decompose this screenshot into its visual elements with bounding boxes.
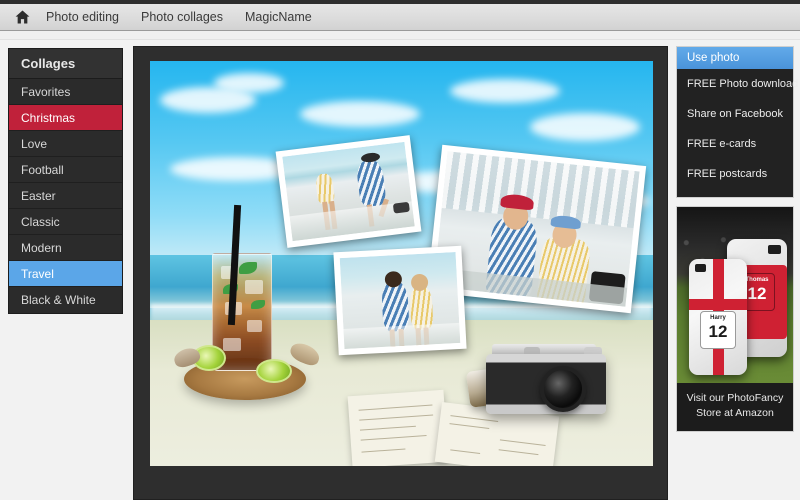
sidebar-item-travel[interactable]: Travel xyxy=(9,261,122,287)
right-panel: Use photo FREE Photo download Share on F… xyxy=(676,46,798,433)
cocktail-glass xyxy=(172,204,323,400)
cloud-shape xyxy=(300,101,420,127)
cloud-shape xyxy=(530,113,640,141)
sidebar-item-classic[interactable]: Classic xyxy=(9,209,122,235)
collage-photo-1[interactable] xyxy=(275,135,422,248)
sidebar-title: Collages xyxy=(9,49,122,79)
collage-photo-2-image xyxy=(433,151,640,307)
jersey-front-name: Harry xyxy=(710,315,726,321)
collage-preview-image[interactable] xyxy=(150,61,653,466)
sidebar-item-favorites[interactable]: Favorites xyxy=(9,79,122,105)
sidebar-item-modern[interactable]: Modern xyxy=(9,235,122,261)
home-icon[interactable] xyxy=(12,8,32,26)
photo-actions-menu: Use photo FREE Photo download Share on F… xyxy=(676,46,798,198)
promo-ad-caption[interactable]: Visit our PhotoFancy Store at Amazon xyxy=(677,383,793,431)
promo-ad-image: Thomas 12 Harry 12 xyxy=(677,207,793,383)
sidebar-item-football[interactable]: Football xyxy=(9,157,122,183)
jersey-front: Harry 12 xyxy=(700,311,736,349)
promo-ad-card[interactable]: Thomas 12 Harry 12 Visit our PhotoFancy … xyxy=(676,206,794,433)
collage-preview-stage xyxy=(133,46,668,500)
promo-caption-line-1: Visit our PhotoFancy xyxy=(686,392,784,404)
vintage-camera xyxy=(465,336,618,426)
cloud-shape xyxy=(214,73,284,93)
nav-item-photo-collages[interactable]: Photo collages xyxy=(141,10,223,24)
sidebar-item-easter[interactable]: Easter xyxy=(9,183,122,209)
collage-photo-3[interactable] xyxy=(333,245,467,356)
collages-sidebar: Collages Favorites Christmas Love Footba… xyxy=(8,48,123,314)
sidebar-item-black-white[interactable]: Black & White xyxy=(9,287,122,313)
collage-photo-3-image xyxy=(339,252,461,349)
free-ecards-link[interactable]: FREE e-cards xyxy=(677,129,793,159)
nav-item-photo-editing[interactable]: Photo editing xyxy=(46,10,119,24)
sidebar-item-christmas[interactable]: Christmas xyxy=(9,105,122,131)
use-photo-button[interactable]: Use photo xyxy=(677,47,793,69)
camera-lens xyxy=(540,366,586,412)
cloud-shape xyxy=(450,79,560,103)
promo-caption-line-2: Store at Amazon xyxy=(696,407,774,420)
free-photo-download-link[interactable]: FREE Photo download xyxy=(677,69,798,99)
page-body: Collages Favorites Christmas Love Footba… xyxy=(0,40,800,500)
jersey-front-number: 12 xyxy=(708,322,728,341)
lime-wedge xyxy=(256,359,292,383)
nav-item-magicname[interactable]: MagicName xyxy=(245,10,312,24)
free-postcards-link[interactable]: FREE postcards xyxy=(677,159,793,189)
navbar-separator xyxy=(0,31,800,40)
sidebar-item-love[interactable]: Love xyxy=(9,131,122,157)
collage-photo-1-image xyxy=(282,141,415,242)
phone-case-front: Harry 12 xyxy=(689,259,747,375)
share-on-facebook-link[interactable]: Share on Facebook xyxy=(677,99,793,129)
paper-document-1 xyxy=(347,389,449,466)
top-navigation-bar: Photo editing Photo collages MagicName xyxy=(0,4,800,31)
